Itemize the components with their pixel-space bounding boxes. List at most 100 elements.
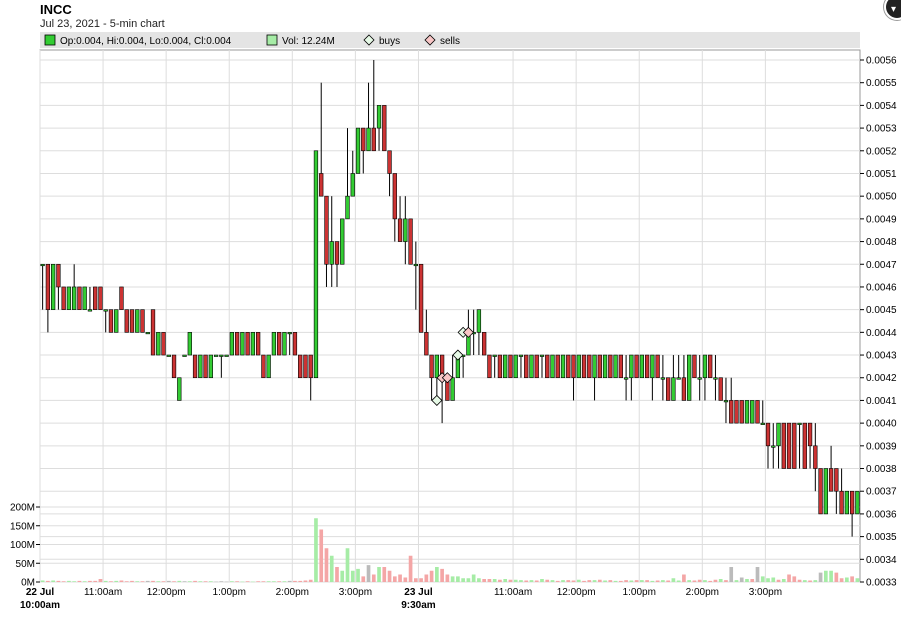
volume-bar	[214, 581, 218, 583]
candle-body	[282, 332, 287, 356]
candle-body	[45, 263, 51, 310]
candle-body	[492, 354, 497, 357]
volume-bar	[708, 580, 713, 582]
candle-body	[844, 490, 849, 515]
volume-bar	[603, 580, 607, 582]
candle-body	[392, 173, 397, 220]
price-tick-label: 0.0056	[866, 56, 897, 67]
candle-body	[734, 400, 739, 424]
volume-bar	[256, 581, 260, 582]
candle-body	[271, 332, 277, 356]
volume-bar	[272, 581, 276, 582]
candle-body	[634, 354, 639, 379]
candle-body	[61, 286, 66, 310]
volume-bar	[597, 579, 602, 582]
candle-body	[240, 332, 245, 356]
volume-bar	[650, 580, 655, 582]
candle-body	[629, 354, 634, 379]
candle-body	[387, 150, 392, 174]
volume-bar	[613, 580, 618, 582]
volume-bar	[88, 580, 92, 582]
candle-body	[408, 218, 413, 265]
volume-bar	[692, 580, 697, 582]
candle-body	[124, 309, 129, 333]
price-tick-label: 0.0046	[866, 282, 897, 293]
candle-body	[671, 377, 676, 401]
candle-body	[177, 377, 182, 401]
volume-bar	[287, 580, 292, 582]
candle-body	[823, 468, 828, 515]
candle-body	[828, 468, 834, 492]
time-tick-sublabel: 10:00am	[20, 600, 60, 611]
candle-body	[287, 332, 292, 335]
volume-bar	[718, 579, 723, 582]
candle-body	[524, 354, 529, 379]
price-tick-label: 0.0055	[866, 78, 897, 89]
volume-bar	[745, 579, 749, 582]
volume-bar	[98, 579, 103, 582]
candle-body	[292, 332, 298, 356]
candle-body	[708, 354, 713, 379]
volume-bar	[771, 577, 776, 582]
volume-bar	[498, 579, 502, 582]
price-tick-label: 0.0041	[866, 396, 897, 407]
candle-body	[666, 377, 671, 401]
volume-bar	[293, 580, 297, 582]
volume-tick-label: 200M	[10, 503, 35, 514]
candle-body	[382, 105, 387, 152]
candle-body	[797, 422, 802, 425]
candle-body	[298, 354, 303, 379]
volume-bar	[640, 580, 644, 582]
candle-body	[849, 490, 855, 515]
volume-bar	[119, 580, 124, 582]
candle-body	[744, 400, 750, 424]
candle-body	[792, 422, 797, 469]
candle-body	[503, 354, 508, 379]
candle-body	[450, 377, 455, 401]
volume-bar	[550, 580, 555, 582]
volume-bar	[440, 568, 444, 582]
candle-body	[182, 354, 187, 357]
candle-body	[592, 354, 597, 379]
candle-body	[250, 332, 256, 356]
volume-bar	[61, 581, 66, 582]
volume-bar	[303, 580, 308, 582]
volume-bar	[82, 581, 87, 582]
volume-bar	[193, 580, 197, 582]
volume-bar	[208, 581, 213, 582]
candle-body	[534, 354, 539, 379]
volume-bar	[382, 567, 387, 582]
candle-body	[482, 332, 487, 356]
time-tick-label: 11:00am	[84, 587, 122, 598]
time-tick-label: 2:00pm	[276, 587, 309, 598]
candle-body	[256, 332, 261, 356]
time-tick-label: 22 Jul	[26, 587, 55, 598]
candle-body	[93, 286, 98, 310]
volume-bar	[329, 555, 334, 582]
volume-bar	[529, 580, 534, 582]
candle-body	[618, 354, 623, 379]
volume-bar	[697, 579, 702, 582]
candle-body	[150, 309, 156, 356]
volume-bar	[319, 529, 324, 582]
volume-bar	[308, 579, 313, 582]
candle-body	[692, 354, 697, 379]
candle-body	[839, 490, 844, 515]
volume-bar	[760, 576, 765, 582]
volume-bar	[403, 577, 408, 582]
volume-bar	[703, 580, 707, 582]
price-tick-label: 0.0033	[866, 578, 897, 589]
volume-bar	[487, 579, 492, 582]
volume-bar	[350, 570, 355, 582]
candle-body	[229, 332, 234, 356]
candle-body	[156, 332, 161, 356]
volume-bar	[67, 580, 71, 582]
candle-body	[434, 354, 439, 379]
volume-bar	[235, 581, 239, 582]
volume-bar	[855, 578, 860, 582]
volume-bar	[571, 580, 576, 582]
volume-bar	[298, 580, 303, 582]
volume-bar	[734, 580, 739, 582]
volume-bar	[277, 581, 282, 582]
volume-bar	[413, 578, 418, 582]
